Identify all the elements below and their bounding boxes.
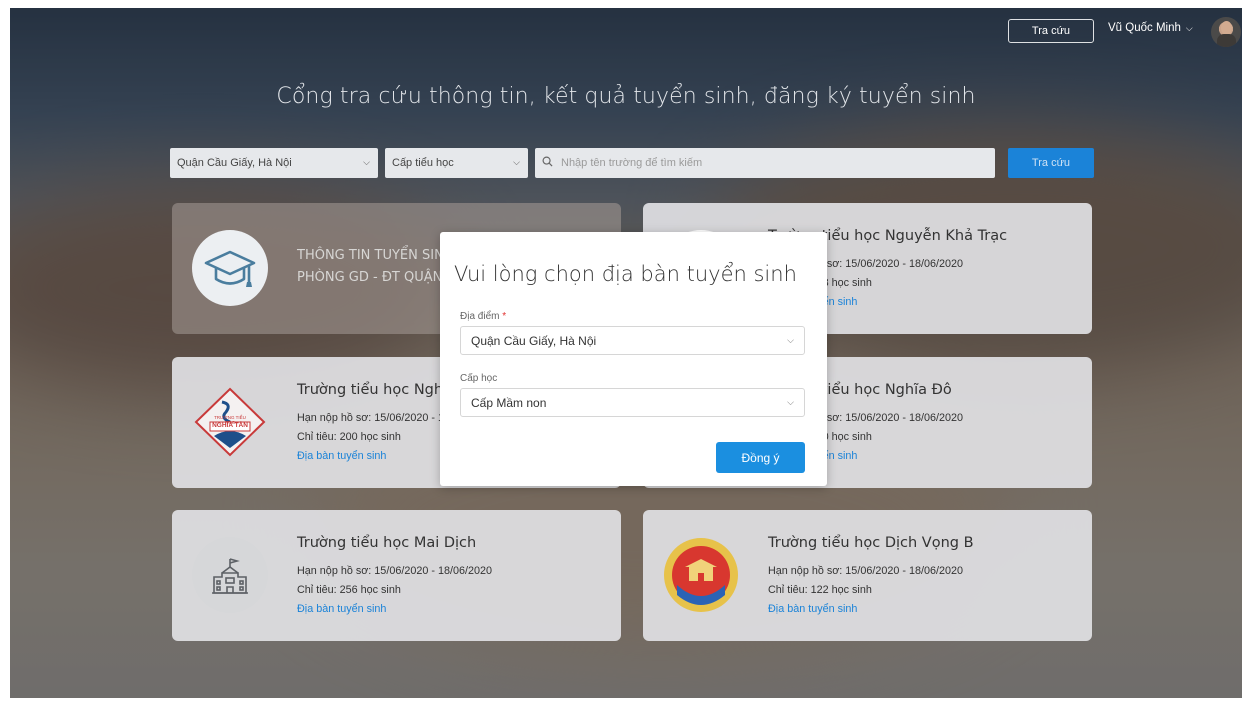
search-input[interactable]: Nhập tên trường để tìm kiếm [535, 148, 995, 178]
chevron-down-icon: ⌵ [513, 157, 520, 167]
user-name: Vũ Quốc Minh [1108, 22, 1181, 34]
logo-text: NGHĨA TÂN [212, 422, 248, 429]
lookup-button[interactable]: Tra cứu [1008, 19, 1094, 43]
school-card[interactable]: Trường tiểu học Mai Dịch Hạn nộp hồ sơ: … [172, 510, 621, 641]
chevron-down-icon: ⌵ [787, 335, 794, 345]
search-placeholder: Nhập tên trường để tìm kiếm [561, 157, 703, 169]
chevron-down-icon: ⌵ [787, 397, 794, 407]
school-title[interactable]: Trường tiểu học Mai Dịch [297, 535, 476, 551]
user-menu[interactable]: Vũ Quốc Minh ⌵ [1108, 22, 1193, 34]
enrollment-area-link[interactable]: Địa bàn tuyển sinh [297, 450, 386, 462]
required-mark: * [502, 311, 507, 322]
app-frame: Tra cứu Vũ Quốc Minh ⌵ Cổng tra cứu thôn… [10, 8, 1242, 698]
school-quota: Chỉ tiêu: 122 học sinh [768, 584, 872, 596]
school-logo [663, 537, 739, 613]
search-button[interactable]: Tra cứu [1008, 148, 1094, 178]
chevron-down-icon: ⌵ [1185, 22, 1193, 33]
school-title[interactable]: Trường tiểu học Dịch Vọng B [768, 535, 974, 551]
enrollment-area-link[interactable]: Địa bàn tuyển sinh [297, 603, 386, 615]
avatar[interactable] [1211, 17, 1241, 47]
info-title-line1: THÔNG TIN TUYỂN SINH [297, 248, 454, 263]
region-select-dialog: Vui lòng chọn địa bàn tuyển sinh Địa điể… [440, 232, 827, 486]
level-select[interactable]: Cấp tiểu học ⌵ [385, 148, 528, 178]
location-label: Địa điểm * [460, 311, 506, 322]
school-card[interactable]: Trường tiểu học Dịch Vọng B Hạn nộp hồ s… [643, 510, 1092, 641]
dialog-level-value: Cấp Mầm non [471, 395, 547, 410]
school-deadline: Hạn nộp hồ sơ: 15/06/2020 - 18/06/2020 [768, 565, 963, 577]
location-select-value: Quận Cầu Giấy, Hà Nội [177, 157, 292, 169]
graduation-cap-icon [192, 230, 268, 306]
location-select[interactable]: Quận Cầu Giấy, Hà Nội ⌵ [170, 148, 378, 178]
enrollment-area-link[interactable]: Địa bàn tuyển sinh [768, 603, 857, 615]
dialog-location-value: Quận Cầu Giấy, Hà Nội [471, 333, 597, 348]
page-title: Cổng tra cứu thông tin, kết quả tuyển si… [276, 84, 976, 109]
school-quota: Chỉ tiêu: 256 học sinh [297, 584, 401, 596]
level-label: Cấp học [460, 373, 498, 384]
school-building-icon [192, 537, 268, 613]
location-label-text: Địa điểm [460, 311, 500, 322]
school-logo: TRƯỜNG TIỂU HỌC NGHĨA TÂN [192, 384, 268, 460]
dialog-title: Vui lòng chọn địa bàn tuyển sinh [454, 262, 797, 286]
school-quota: Chỉ tiêu: 200 học sinh [297, 431, 401, 443]
confirm-button[interactable]: Đồng ý [716, 442, 805, 473]
chevron-down-icon: ⌵ [363, 157, 370, 167]
search-icon [542, 156, 553, 170]
school-deadline: Hạn nộp hồ sơ: 15/06/2020 - 18/06/2020 [297, 565, 492, 577]
dialog-level-select[interactable]: Cấp Mầm non ⌵ [460, 388, 805, 417]
level-select-value: Cấp tiểu học [392, 157, 454, 169]
dialog-location-select[interactable]: Quận Cầu Giấy, Hà Nội ⌵ [460, 326, 805, 355]
